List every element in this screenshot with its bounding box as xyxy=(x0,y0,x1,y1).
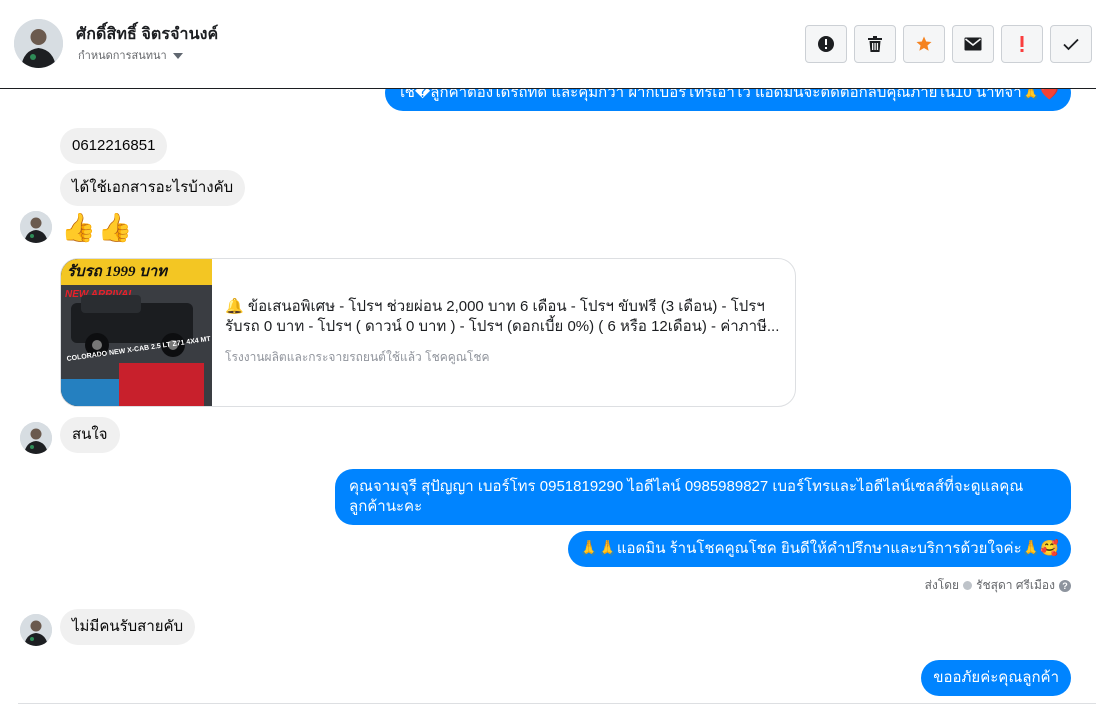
star-icon xyxy=(916,36,932,51)
message-outgoing: ใช�ลูกค้าต้องได้รถทดี และคุ้มกว่า ฝากเบอ… xyxy=(385,89,1071,111)
contact-name[interactable]: ศักดิ์สิทธิ์ จิตรจำนงค์ xyxy=(76,22,218,47)
link-preview-image: รับรถ 1999 บาท NEW ARRIVAL COLORADO NEW … xyxy=(61,259,212,406)
conversation-status-dropdown[interactable]: กำหนดการสนทนา xyxy=(78,46,183,64)
message-outgoing: 🙏🙏แอดมิน ร้านโชคคูณโชค ยินดีให้คำปรึกษาแ… xyxy=(567,531,1071,567)
mark-done-button[interactable] xyxy=(1050,25,1092,63)
sender-avatar[interactable] xyxy=(20,422,52,454)
thumbs-up-emoji: 👍 xyxy=(61,212,96,243)
message-emoji: 👍 👍 xyxy=(61,211,133,245)
alert-circle-icon xyxy=(818,36,834,52)
message-incoming-phone: 0612216851 xyxy=(60,128,168,164)
sender-avatar[interactable] xyxy=(20,211,52,243)
sent-by-name[interactable]: รัชสุดา ศรีเมือง xyxy=(976,576,1055,595)
contact-avatar[interactable] xyxy=(14,19,63,68)
message-incoming: สนใจ xyxy=(60,417,120,453)
star-button[interactable] xyxy=(903,25,945,63)
sent-by-label: ส่งโดย xyxy=(924,578,960,592)
sender-avatar[interactable] xyxy=(20,614,52,646)
help-icon[interactable]: ? xyxy=(1059,579,1071,592)
exclamation-icon xyxy=(1020,36,1024,52)
message-outgoing: คุณจามจุรี สุปัญญา เบอร์โทร 0951819290 ไ… xyxy=(335,469,1071,525)
check-icon xyxy=(1063,38,1079,51)
message-outgoing: ขออภัยค่ะคุณลูกค้า xyxy=(921,660,1071,696)
link-preview-source: โรงงานผลิตและกระจายรถยนต์ใช้แล้ว โชคคูณโ… xyxy=(225,350,490,364)
message-incoming: ไม่มีคนรับสายคับ xyxy=(60,609,196,645)
thumbs-up-emoji: 👍 xyxy=(97,212,133,243)
message-incoming: ได้ใช้เอกสารอะไรบ้างคับ xyxy=(60,170,246,206)
link-preview-title: 🔔 ข้อเสนอพิเศษ - โปรฯ ช่วยผ่อน 2,000 บาท… xyxy=(225,298,780,335)
composer-divider xyxy=(18,703,1096,704)
mark-spam-button[interactable] xyxy=(805,25,847,63)
caret-down-icon xyxy=(172,52,183,59)
thumb-headline: รับรถ 1999 บาท xyxy=(67,263,169,280)
conversation-status-label: กำหนดการสนทนา xyxy=(78,50,167,62)
agent-avatar-icon xyxy=(963,581,973,590)
message-thread[interactable]: ใช�ลูกค้าต้องได้รถทดี และคุ้มกว่า ฝากเบอ… xyxy=(0,89,1096,705)
conversation-actions xyxy=(805,25,1092,63)
delete-button[interactable] xyxy=(854,25,896,63)
trash-icon xyxy=(868,36,882,52)
conversation-header: ศักดิ์สิทธิ์ จิตรจำนงค์ กำหนดการสนทนา xyxy=(0,0,1096,89)
link-preview-card[interactable]: รับรถ 1999 บาท NEW ARRIVAL COLORADO NEW … xyxy=(60,258,796,407)
envelope-icon xyxy=(964,37,982,51)
report-button[interactable] xyxy=(1001,25,1043,63)
mark-unread-button[interactable] xyxy=(952,25,994,63)
sent-by-info: ส่งโดย รัชสุดา ศรีเมือง ? xyxy=(925,576,1071,595)
